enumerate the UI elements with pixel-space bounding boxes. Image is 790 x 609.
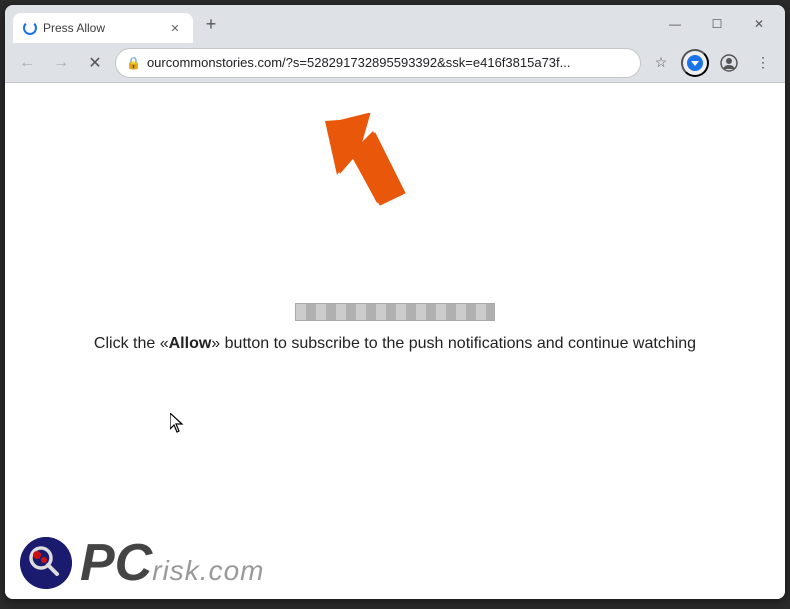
bookmark-button[interactable]: ☆ [647, 49, 675, 77]
pcrisk-icon-svg [20, 537, 72, 589]
progress-area: Click the «Allow» button to subscribe to… [94, 303, 696, 353]
window-controls: — ☐ ✕ [655, 5, 785, 43]
downloads-icon [686, 54, 704, 72]
minimize-button[interactable]: — [655, 9, 695, 39]
profile-button[interactable] [715, 49, 743, 77]
nav-bar: ← → ✕ 🔒 ourcommonstories.com/?s=52829173… [5, 43, 785, 83]
arrow-container [315, 113, 415, 213]
forward-button[interactable]: → [47, 49, 75, 77]
cta-text: Click the «Allow» button to subscribe to… [94, 335, 696, 353]
pcrisk-text: PC risk.com [80, 537, 264, 589]
tab-close-button[interactable]: ✕ [167, 20, 183, 36]
pcrisk-logo: PC risk.com [20, 537, 264, 589]
maximize-button[interactable]: ☐ [697, 9, 737, 39]
arrow-icon [315, 113, 415, 208]
pc-text: PC [80, 537, 152, 589]
back-button[interactable]: ← [13, 49, 41, 77]
reload-button[interactable]: ✕ [81, 49, 109, 77]
address-bar[interactable]: 🔒 ourcommonstories.com/?s=52829173289559… [115, 48, 641, 78]
page-content: Click the «Allow» button to subscribe to… [5, 83, 785, 599]
url-text: ourcommonstories.com/?s=5282917328955933… [147, 55, 630, 70]
close-button[interactable]: ✕ [739, 9, 779, 39]
profile-icon [720, 54, 738, 72]
new-tab-button[interactable]: + [197, 10, 225, 38]
browser-window: Press Allow ✕ + — ☐ ✕ ← → ✕ 🔒 ourcommons… [5, 5, 785, 599]
progress-bar [295, 303, 495, 321]
risk-text: risk.com [152, 555, 264, 587]
downloads-button[interactable] [681, 49, 709, 77]
pcrisk-logo-icon [20, 537, 72, 589]
active-tab[interactable]: Press Allow ✕ [13, 13, 193, 43]
menu-button[interactable]: ⋮ [749, 49, 777, 77]
tab-title: Press Allow [43, 21, 105, 35]
tab-loading-icon [23, 21, 37, 35]
tab-area: Press Allow ✕ + [5, 5, 655, 43]
cursor-icon [170, 413, 186, 438]
lock-icon: 🔒 [126, 56, 141, 70]
mouse-cursor [170, 413, 186, 433]
title-bar: Press Allow ✕ + — ☐ ✕ [5, 5, 785, 43]
